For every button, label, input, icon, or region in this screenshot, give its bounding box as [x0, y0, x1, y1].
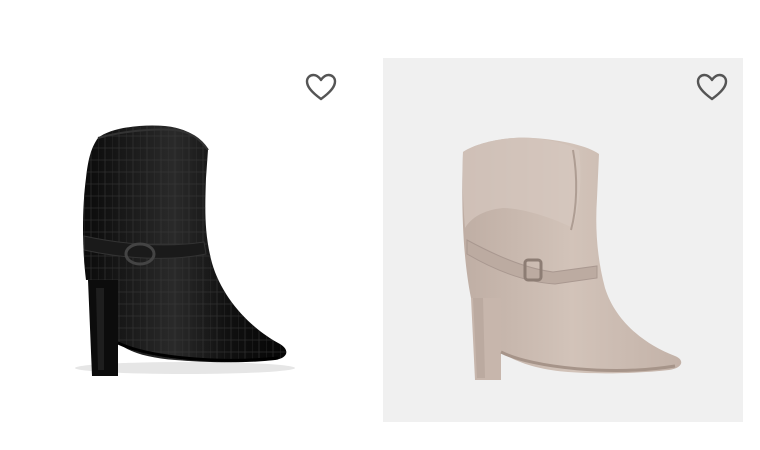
product-card[interactable] — [0, 58, 360, 422]
wishlist-heart-icon[interactable] — [695, 72, 729, 102]
wishlist-heart-icon[interactable] — [304, 72, 338, 102]
product-card[interactable] — [383, 58, 743, 422]
product-image-taupe-boot[interactable] — [383, 58, 743, 422]
product-image-black-boot[interactable] — [0, 58, 360, 422]
product-grid — [0, 0, 760, 450]
